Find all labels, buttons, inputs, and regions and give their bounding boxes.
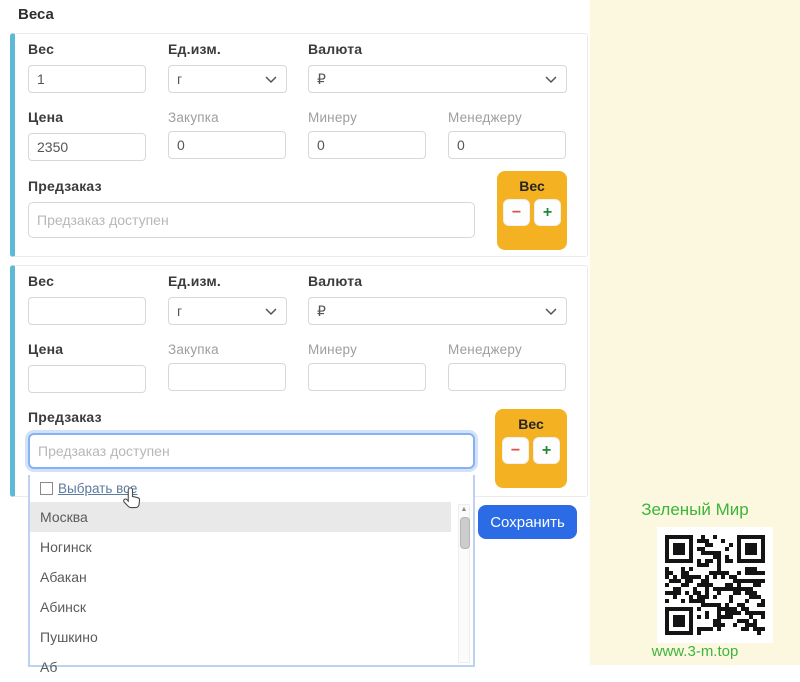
miner-input[interactable]: [308, 131, 426, 159]
manager-label: Менеджеру: [448, 110, 566, 125]
chevron-down-icon: [265, 76, 277, 84]
currency-select[interactable]: ₽: [308, 65, 567, 93]
price-input[interactable]: [28, 365, 146, 393]
page-title: Веса: [18, 6, 54, 23]
price-label: Цена: [28, 109, 146, 125]
weight-stepper-box-2: Вес −+: [495, 409, 567, 488]
hand-cursor-icon: [120, 486, 142, 512]
list-item-city[interactable]: Абакан: [30, 562, 473, 592]
scrollbar-thumb[interactable]: [460, 517, 470, 549]
unit-select-value: г: [177, 303, 182, 319]
weight-stepper-title: Вес: [495, 416, 567, 432]
currency-select-value: ₽: [317, 303, 326, 320]
unit-select[interactable]: г: [168, 65, 287, 93]
preorder-label: Предзаказ: [28, 178, 475, 194]
weight-stepper-title: Вес: [497, 178, 567, 194]
qr-code: [657, 527, 773, 643]
weight-minus-button[interactable]: −: [503, 199, 530, 226]
promo-brand-text: Зеленый Мир: [590, 500, 800, 520]
currency-select[interactable]: ₽: [308, 297, 567, 325]
price-input[interactable]: [28, 133, 146, 161]
purchase-input[interactable]: [168, 363, 286, 391]
unit-select-value: г: [177, 71, 182, 87]
select-all-checkbox[interactable]: [40, 482, 53, 495]
purchase-label: Закупка: [168, 110, 286, 125]
manager-label: Менеджеру: [448, 342, 566, 357]
select-all-row[interactable]: Выбрать все: [30, 475, 473, 502]
promo-url-text: www.3-m.top: [590, 643, 800, 660]
save-button[interactable]: Сохранить: [478, 505, 577, 539]
unit-label: Ед.изм.: [168, 273, 287, 289]
purchase-label: Закупка: [168, 342, 286, 357]
miner-label: Минеру: [308, 342, 426, 357]
currency-label: Валюта: [308, 41, 567, 57]
chevron-down-icon: [545, 308, 557, 316]
preorder-city-dropdown: Выбрать все Москва Ногинск Абакан Абинск…: [28, 475, 475, 667]
purchase-input[interactable]: [168, 131, 286, 159]
price-label: Цена: [28, 341, 146, 357]
list-item-city[interactable]: Москва: [30, 502, 451, 532]
dropdown-scrollbar[interactable]: ▲: [458, 504, 470, 663]
miner-label: Минеру: [308, 110, 426, 125]
currency-select-value: ₽: [317, 71, 326, 88]
weight-label: Вес: [28, 273, 146, 289]
chevron-down-icon: [545, 76, 557, 84]
scroll-up-icon[interactable]: ▲: [459, 505, 469, 515]
weight-minus-button[interactable]: −: [502, 437, 529, 464]
weight-plus-button[interactable]: +: [534, 199, 561, 226]
preorder-label: Предзаказ: [28, 409, 475, 425]
weight-input[interactable]: [28, 297, 146, 325]
currency-label: Валюта: [308, 273, 567, 289]
list-item-city[interactable]: Пушкино: [30, 622, 473, 652]
miner-input[interactable]: [308, 363, 426, 391]
preorder-input[interactable]: [28, 202, 475, 238]
chevron-down-icon: [265, 308, 277, 316]
weight-label: Вес: [28, 41, 146, 57]
unit-select[interactable]: г: [168, 297, 287, 325]
list-item-city[interactable]: Ногинск: [30, 532, 473, 562]
unit-label: Ед.изм.: [168, 41, 287, 57]
weight-input[interactable]: [28, 65, 146, 93]
weight-stepper-box-1: Вес −+: [497, 171, 567, 250]
weight-plus-button[interactable]: +: [533, 437, 560, 464]
preorder-input-focused[interactable]: [28, 433, 475, 469]
list-item-city[interactable]: Абинск: [30, 592, 473, 622]
manager-input[interactable]: [448, 363, 566, 391]
list-item-city[interactable]: Аб: [30, 652, 473, 682]
manager-input[interactable]: [448, 131, 566, 159]
